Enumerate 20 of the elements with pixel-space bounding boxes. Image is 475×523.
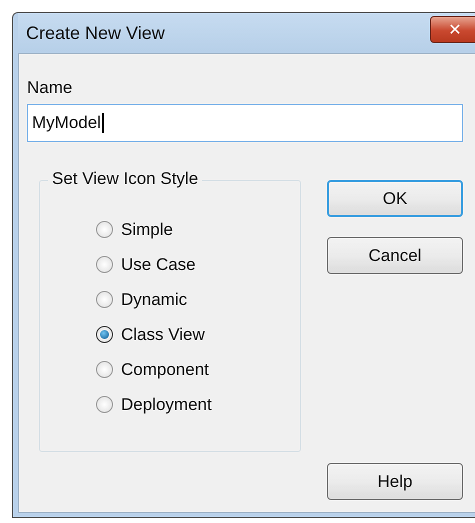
radio-label[interactable]: Class View	[121, 324, 205, 344]
radio-label[interactable]: Simple	[121, 220, 173, 240]
help-button[interactable]: Help	[327, 463, 463, 500]
radio-button[interactable]	[96, 221, 113, 238]
radio-button[interactable]	[96, 396, 113, 413]
radio-button[interactable]	[96, 256, 113, 273]
window-title: Create New View	[26, 22, 165, 44]
radio-label[interactable]: Component	[121, 360, 209, 380]
cancel-button[interactable]: Cancel	[327, 237, 463, 274]
radio-button[interactable]	[96, 291, 113, 308]
radio-label[interactable]: Use Case	[121, 254, 196, 274]
ok-button[interactable]: OK	[327, 180, 463, 217]
radio-label[interactable]: Deployment	[121, 394, 212, 414]
group-title: Set View Icon Style	[48, 169, 202, 189]
field-label: Name	[27, 78, 72, 98]
radio-label[interactable]: Dynamic	[121, 290, 188, 310]
name-field[interactable]: MyModel	[27, 104, 463, 142]
close-button[interactable]: ✕	[430, 16, 475, 42]
radio-button[interactable]	[96, 326, 113, 343]
radio-button[interactable]	[96, 361, 113, 378]
